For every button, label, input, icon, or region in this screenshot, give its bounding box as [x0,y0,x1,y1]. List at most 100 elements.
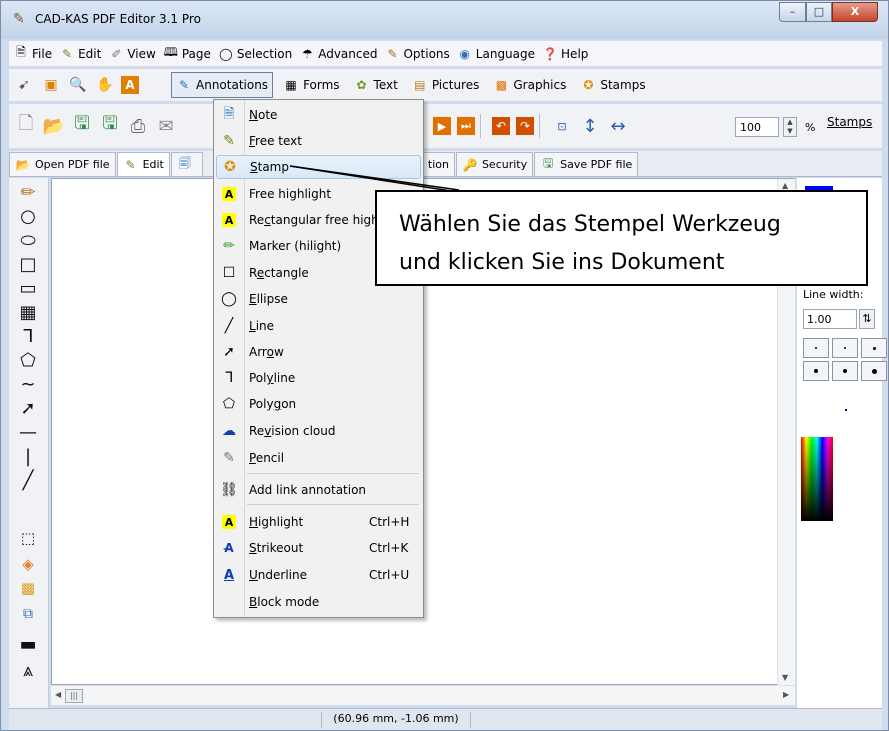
transform-icon[interactable]: ⧉ [14,602,42,626]
line-width-input[interactable]: 1.00 [803,309,857,329]
save-icon[interactable]: 🖫 [71,113,93,137]
point-size-option[interactable] [861,338,887,358]
menu-item-stamp[interactable]: ✪ Stamp [216,155,421,179]
menu-item-pencil[interactable]: ✎ Pencil [216,446,421,470]
text-icon: ✿ [356,78,367,92]
menu-view[interactable]: ✐ View [108,46,156,62]
menu-item-add-link[interactable]: ⛓ Add link annotation [216,478,421,502]
zoom-icon[interactable]: 🔍 [67,74,89,96]
redo-icon[interactable]: ↷ [516,117,534,135]
fit-width-icon[interactable]: ↔ [607,115,629,137]
menu-item-revision-cloud[interactable]: ☁ Revision cloud [216,419,421,443]
forms-icon: ▦ [285,78,297,92]
color-spectrum-picker[interactable] [801,437,833,521]
vertical-line-tool-icon[interactable]: | [14,444,42,468]
ellipse-tool-icon[interactable]: ⬭ [14,228,42,252]
menu-item-note[interactable]: 🗎 Note [216,103,421,127]
stamps-link[interactable]: Stamps [827,115,872,129]
fill-bucket-icon[interactable]: ◈ [14,552,42,576]
point-size-option[interactable] [803,338,829,358]
minimize-button[interactable]: – [779,2,806,22]
tab-open-pdf[interactable]: 📂 Open PDF file [9,152,116,176]
point-size-option[interactable] [861,361,887,381]
save-as-icon[interactable]: 🖫 [99,113,121,137]
last-page-icon[interactable]: ⏭ [457,117,475,135]
line-width-spinner[interactable]: ⇅ [859,309,875,329]
rectangle-tool-icon[interactable]: ▭ [14,276,42,300]
fit-height-icon[interactable]: ↕ [579,115,601,137]
zoom-spinner[interactable]: ▲ ▼ [783,117,797,137]
point-size-option[interactable] [803,361,829,381]
diagonal-line-tool-icon[interactable]: ╱ [14,468,42,492]
pattern-fill-icon[interactable]: ▩ [14,576,42,600]
chevron-up-icon[interactable]: ⩓ [14,658,42,682]
menu-edit[interactable]: ✎ Edit [59,46,101,62]
menu-item-highlight[interactable]: A Highlight Ctrl+H [216,510,421,534]
pointer-icon[interactable]: ➹ [13,74,35,96]
menu-item-polyline[interactable]: ᒣ Polyline [216,366,421,390]
maximize-button[interactable]: □ [806,2,832,22]
menu-page[interactable]: 🕮 Page [163,45,211,62]
menu-item-block-mode[interactable]: Block mode [216,590,421,614]
zoom-input[interactable]: 100 [735,117,779,137]
tab-pictures[interactable]: ▤ Pictures [408,72,484,98]
email-icon[interactable]: ✉ [155,115,177,137]
menu-help[interactable]: ❓ Help [542,46,589,62]
tab-pages[interactable]: 🗐 [170,152,203,176]
polygon-tool-icon[interactable]: ⬠ [14,348,42,372]
actual-size-icon[interactable]: ⊡ [551,115,573,137]
toolbar-separator [539,114,540,138]
table-tool-icon[interactable]: ▦ [14,300,42,324]
menu-options[interactable]: ✎ Options [384,46,449,62]
thick-line-icon[interactable]: ▬ [14,632,42,656]
menu-item-line[interactable]: ╱ Line [216,314,421,338]
new-document-icon[interactable]: 🗋 [15,113,37,137]
tab-edit[interactable]: ✎ Edit [116,152,170,176]
select-box-icon[interactable]: ▣ [40,74,62,96]
scroll-left-icon[interactable]: ◀ [55,690,61,699]
tab-forms[interactable]: ▦ Forms [279,72,343,98]
menu-item-arrow[interactable]: ➚ Arrow [216,340,421,364]
horizontal-line-tool-icon[interactable]: — [14,420,42,444]
curve-tool-icon[interactable]: ∼ [14,372,42,396]
next-page-icon[interactable]: ▶ [433,117,451,135]
menu-item-underline[interactable]: A Underline Ctrl+U [216,563,421,587]
open-folder-icon[interactable]: 📂 [43,115,65,137]
menu-selection[interactable]: ◯ Selection [218,46,292,62]
print-icon[interactable]: ⎙ [127,115,149,137]
pencil-tool-icon[interactable]: ✏ [14,180,42,204]
text-tool-icon[interactable]: A [121,76,139,94]
open-folder-icon: 📂 [15,157,31,172]
scroll-thumb[interactable]: ||| [65,689,83,703]
tab-text[interactable]: ✿ Text [350,72,402,98]
menu-file[interactable]: 🗎 File [13,45,52,62]
square-tool-icon[interactable]: □ [14,252,42,276]
menu-item-free-text[interactable]: ✎ Free text [216,129,421,153]
point-size-option[interactable] [832,361,858,381]
menu-item-ellipse[interactable]: ◯ Ellipse [216,287,421,311]
scroll-right-icon[interactable]: ▶ [783,690,789,699]
tab-stamps[interactable]: ✪ Stamps [576,72,649,98]
menu-item-polygon[interactable]: ⬠ Polygon [216,392,421,416]
menu-item-strikeout[interactable]: A̶ Strikeout Ctrl+K [216,536,421,560]
tab-partial[interactable]: tion [421,152,455,176]
tab-annotations[interactable]: ✎ Annotations [171,72,274,98]
arrow-tool-icon[interactable]: ➚ [14,396,42,420]
horizontal-scrollbar[interactable]: ◀ ||| ▶ [51,685,795,705]
marquee-select-icon[interactable]: ⬚ [14,526,42,550]
scroll-down-icon[interactable]: ▼ [782,673,788,682]
undo-icon[interactable]: ↶ [492,117,510,135]
polyline-tool-icon[interactable]: ᒣ [14,324,42,348]
close-button[interactable]: X [832,2,878,22]
circle-tool-icon[interactable]: ○ [14,204,42,228]
tab-security[interactable]: 🔑 Security [455,152,534,176]
tab-save-pdf[interactable]: 🖫 Save PDF file [534,152,639,176]
scroll-up-icon[interactable]: ▲ [782,181,788,190]
tab-graphics[interactable]: ▩ Graphics [489,72,570,98]
annotations-dropdown-menu: 🗎 Note ✎ Free text ✪ Stamp A Free highlight … [213,99,424,618]
title-bar[interactable]: ✎ CAD-KAS PDF Editor 3.1 Pro – □ X [1,1,888,39]
menu-language[interactable]: ◉ Language [457,46,535,62]
menu-advanced[interactable]: ☂ Advanced [299,46,378,62]
hand-icon[interactable]: ✋ [94,74,116,96]
point-size-option[interactable] [832,338,858,358]
